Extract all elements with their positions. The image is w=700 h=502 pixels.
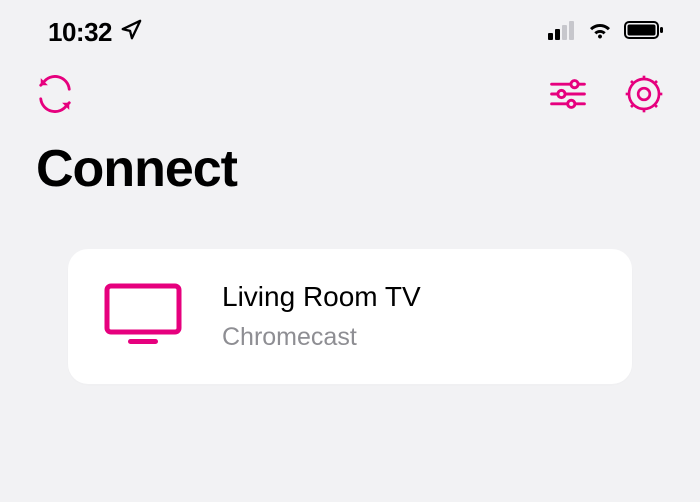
refresh-icon xyxy=(36,75,74,118)
sliders-icon xyxy=(548,76,588,117)
gear-icon xyxy=(624,74,664,119)
device-type: Chromecast xyxy=(222,323,421,352)
status-bar-right xyxy=(548,20,664,45)
refresh-button[interactable] xyxy=(36,75,74,118)
settings-button[interactable] xyxy=(624,74,664,119)
tv-icon xyxy=(104,283,182,350)
filter-button[interactable] xyxy=(548,76,588,117)
status-bar-left: 10:32 xyxy=(48,17,142,48)
status-time: 10:32 xyxy=(48,17,112,48)
toolbar xyxy=(0,54,700,129)
page-title: Connect xyxy=(0,129,700,229)
cell-signal-icon xyxy=(548,20,576,45)
battery-icon xyxy=(624,20,664,45)
device-name: Living Room TV xyxy=(222,281,421,313)
toolbar-right xyxy=(548,74,664,119)
location-icon xyxy=(120,19,142,46)
device-card[interactable]: Living Room TV Chromecast xyxy=(68,249,632,384)
wifi-icon xyxy=(586,20,614,45)
device-info: Living Room TV Chromecast xyxy=(222,281,421,352)
status-bar: 10:32 xyxy=(0,0,700,54)
